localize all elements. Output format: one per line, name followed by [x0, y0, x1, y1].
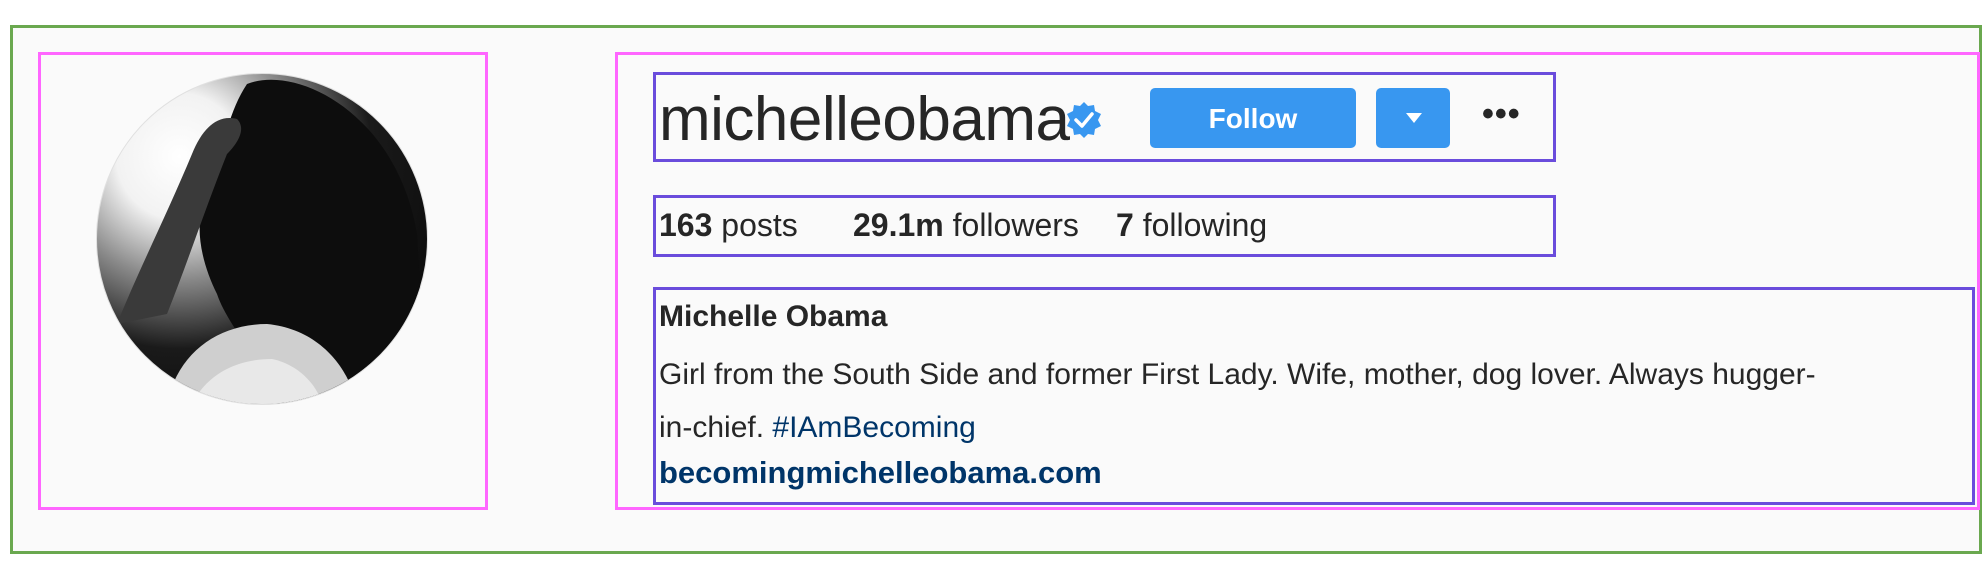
profile-title-row: michelleobama Follow •••: [653, 72, 1556, 162]
posts-stat[interactable]: 163 posts: [659, 207, 798, 244]
chevron-down-icon[interactable]: [1376, 88, 1450, 148]
bio-text: Girl from the South Side and former Firs…: [659, 348, 1979, 454]
bio-line-1: Girl from the South Side and former Firs…: [659, 358, 1816, 391]
followers-stat[interactable]: 29.1m followers: [853, 207, 1079, 244]
profile-info: michelleobama Follow ••• 163 posts 29.1m…: [615, 52, 1980, 510]
full-name: Michelle Obama: [659, 300, 888, 333]
verified-badge-icon: [1064, 100, 1104, 140]
follow-button[interactable]: Follow: [1150, 88, 1356, 148]
followers-count: 29.1m: [853, 207, 944, 243]
following-stat[interactable]: 7 following: [1116, 207, 1267, 244]
following-count: 7: [1116, 207, 1134, 243]
bio-line-2: in-chief. #IAmBecoming: [659, 401, 1979, 454]
posts-label: posts: [721, 207, 798, 243]
bio-line-2-text: in-chief.: [659, 411, 765, 444]
avatar-portrait: [117, 79, 427, 404]
hashtag-link[interactable]: #IAmBecoming: [772, 411, 975, 444]
profile-bio: Michelle Obama Girl from the South Side …: [653, 287, 1975, 505]
website-link[interactable]: becomingmichelleobama.com: [659, 455, 1102, 491]
posts-count: 163: [659, 207, 713, 243]
profile-stats: 163 posts 29.1m followers 7 following: [653, 195, 1556, 257]
avatar[interactable]: [96, 73, 428, 405]
username: michelleobama: [659, 85, 1070, 154]
following-label: following: [1142, 207, 1268, 243]
more-options-icon[interactable]: •••: [1482, 97, 1522, 133]
avatar-container: [38, 52, 488, 510]
followers-label: followers: [952, 207, 1079, 243]
